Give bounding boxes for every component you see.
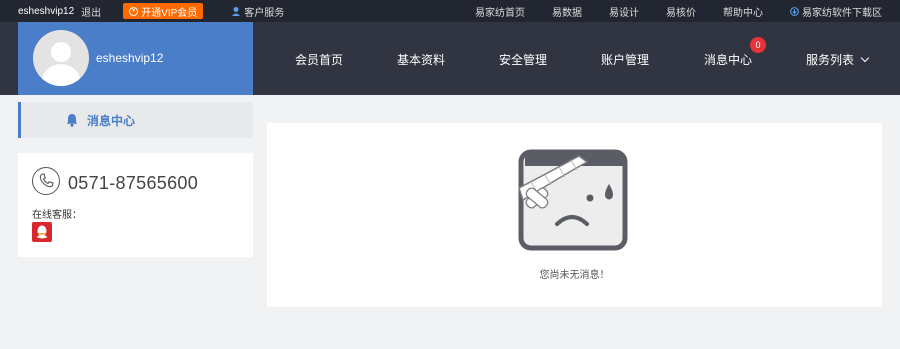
empty-message-text: 您尚未无消息！ [539, 270, 610, 281]
headset-icon [232, 7, 241, 16]
profile-username: esheshvip12 [96, 51, 164, 65]
nav-service-list[interactable]: 服务列表 [806, 51, 870, 68]
contact-card: 0571-87565600 在线客服： [18, 153, 253, 257]
sidebar-item-message-center[interactable]: 消息中心 [18, 102, 253, 138]
download-icon [790, 6, 799, 16]
link-yi-data[interactable]: 易数据 [552, 4, 582, 19]
nav-security[interactable]: 安全管理 [499, 51, 547, 68]
online-service-label: 在线客服： [32, 210, 82, 221]
nav-basic-info[interactable]: 基本资料 [397, 51, 445, 68]
link-help-center[interactable]: 帮助中心 [723, 4, 763, 19]
link-yi-design[interactable]: 易设计 [609, 4, 639, 19]
sad-bandaged-face-icon [518, 149, 628, 251]
customer-service-link[interactable]: 客户服务 [231, 4, 284, 19]
top-bar-left: esheshvip12 退出 ¥ 开通VIP会员 客户服务 [18, 0, 284, 22]
sidebar-message-center-label: 消息中心 [87, 113, 136, 128]
customer-service-label: 客户服务 [244, 7, 285, 19]
top-bar-right: 易家纺首页 易数据 易设计 易核价 帮助中心 易家纺软件下载区 [475, 0, 882, 22]
open-vip-label: 开通VIP会员 [141, 7, 198, 19]
logout-link[interactable]: 退出 [81, 4, 101, 19]
chevron-down-icon [861, 53, 870, 63]
top-bar: esheshvip12 退出 ¥ 开通VIP会员 客户服务 易家纺首页 易数据 … [0, 0, 900, 22]
nav-message-center-label: 消息中心 [704, 53, 753, 67]
phone-icon [32, 167, 60, 195]
nav-service-list-label: 服务列表 [806, 53, 855, 67]
nav-account[interactable]: 账户管理 [601, 51, 649, 68]
service-phone-number: 0571-87565600 [68, 173, 199, 193]
open-vip-button[interactable]: ¥ 开通VIP会员 [123, 3, 204, 19]
link-yi-pricing[interactable]: 易核价 [666, 4, 696, 19]
message-count-badge: 0 [750, 37, 767, 53]
vip-coin-icon: ¥ [129, 6, 139, 16]
top-username[interactable]: esheshvip12 [18, 6, 74, 17]
default-avatar-icon[interactable] [33, 30, 89, 86]
nav-message-center[interactable]: 消息中心 0 [704, 37, 767, 68]
qq-icon[interactable] [32, 222, 52, 242]
nav-member-home[interactable]: 会员首页 [295, 51, 343, 68]
profile-card: esheshvip12 [18, 22, 253, 95]
link-yijiafang-home[interactable]: 易家纺首页 [475, 4, 525, 19]
main-nav: 会员首页 基本资料 安全管理 账户管理 消息中心 0 服务列表 [253, 22, 900, 95]
bell-icon [66, 114, 78, 127]
link-software-download[interactable]: 易家纺软件下载区 [790, 4, 882, 19]
member-header: esheshvip12 会员首页 基本资料 安全管理 账户管理 消息中心 0 服… [0, 22, 900, 95]
message-list-panel: 您尚未无消息！ [267, 123, 882, 307]
software-download-label: 易家纺软件下载区 [802, 7, 882, 19]
